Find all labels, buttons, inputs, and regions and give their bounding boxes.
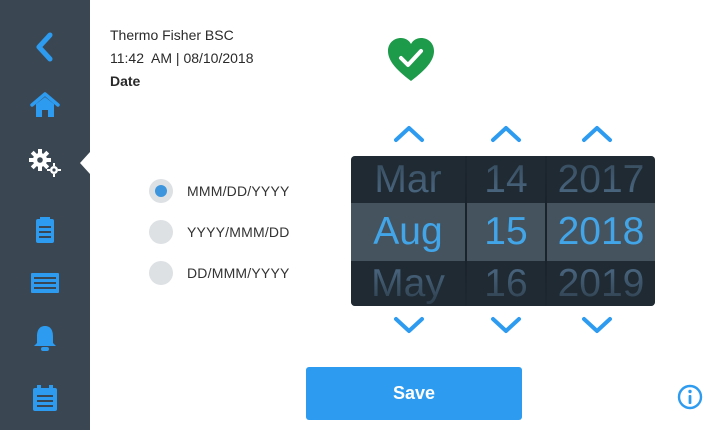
format-option-label: YYYY/MMM/DD (187, 224, 290, 240)
active-indicator (80, 152, 90, 174)
year-next[interactable]: 2019 (547, 262, 655, 306)
format-option-label: MMM/DD/YYYY (187, 183, 290, 199)
format-option-yyyy-mmm-dd[interactable]: YYYY/MMM/DD (149, 219, 290, 245)
filter-icon (31, 273, 59, 293)
day-selected[interactable]: 15 (467, 210, 545, 254)
date-picker[interactable]: Mar Aug May 14 15 16 2017 2018 2019 (351, 156, 655, 306)
save-button[interactable]: Save (306, 367, 522, 420)
format-option-mmm-dd-yyyy[interactable]: MMM/DD/YYYY (149, 178, 290, 204)
bell-icon (34, 326, 56, 351)
month-prev[interactable]: Mar (351, 158, 465, 202)
current-datetime: 11:42 AM | 08/10/2018 (110, 50, 254, 66)
day-next[interactable]: 16 (467, 262, 545, 306)
home-button[interactable] (0, 80, 90, 130)
month-next[interactable]: May (351, 262, 465, 306)
heart-check-icon (388, 38, 434, 81)
day-up-chevron-icon[interactable] (488, 123, 524, 145)
calendar-list-icon (33, 385, 57, 411)
device-name: Thermo Fisher BSC (110, 27, 234, 43)
month-column[interactable]: Mar Aug May (351, 156, 465, 306)
current-date: 08/10/2018 (183, 50, 254, 66)
sidebar (0, 0, 90, 430)
back-button[interactable] (0, 22, 90, 72)
month-up-chevron-icon[interactable] (391, 123, 427, 145)
filter-button[interactable] (0, 258, 90, 308)
day-down-chevron-icon[interactable] (488, 314, 524, 336)
radio-button[interactable] (149, 220, 173, 244)
home-icon (30, 92, 60, 117)
year-up-chevron-icon[interactable] (579, 123, 615, 145)
back-arrow-icon (36, 32, 53, 62)
radio-button[interactable] (149, 261, 173, 285)
year-down-chevron-icon[interactable] (579, 314, 615, 336)
month-down-chevron-icon[interactable] (391, 314, 427, 336)
year-prev[interactable]: 2017 (547, 158, 655, 202)
current-ampm: AM (151, 50, 173, 66)
info-icon[interactable] (677, 384, 703, 410)
datetime-separator: | (175, 50, 180, 66)
clipboard-icon (36, 217, 54, 243)
year-column[interactable]: 2017 2018 2019 (547, 156, 655, 306)
radio-button[interactable] (149, 179, 173, 203)
day-prev[interactable]: 14 (467, 158, 545, 202)
alarms-button[interactable] (0, 313, 90, 363)
month-selected[interactable]: Aug (351, 210, 465, 254)
reports-button[interactable] (0, 373, 90, 423)
day-column[interactable]: 14 15 16 (467, 156, 545, 306)
current-time: 11:42 (110, 50, 144, 66)
format-option-dd-mmm-yyyy[interactable]: DD/MMM/YYYY (149, 260, 290, 286)
settings-button[interactable] (0, 138, 90, 188)
page-title: Date (110, 73, 141, 89)
settings-gears-icon (29, 149, 61, 177)
format-option-label: DD/MMM/YYYY (187, 265, 290, 281)
year-selected[interactable]: 2018 (547, 210, 655, 254)
log-button[interactable] (0, 205, 90, 255)
